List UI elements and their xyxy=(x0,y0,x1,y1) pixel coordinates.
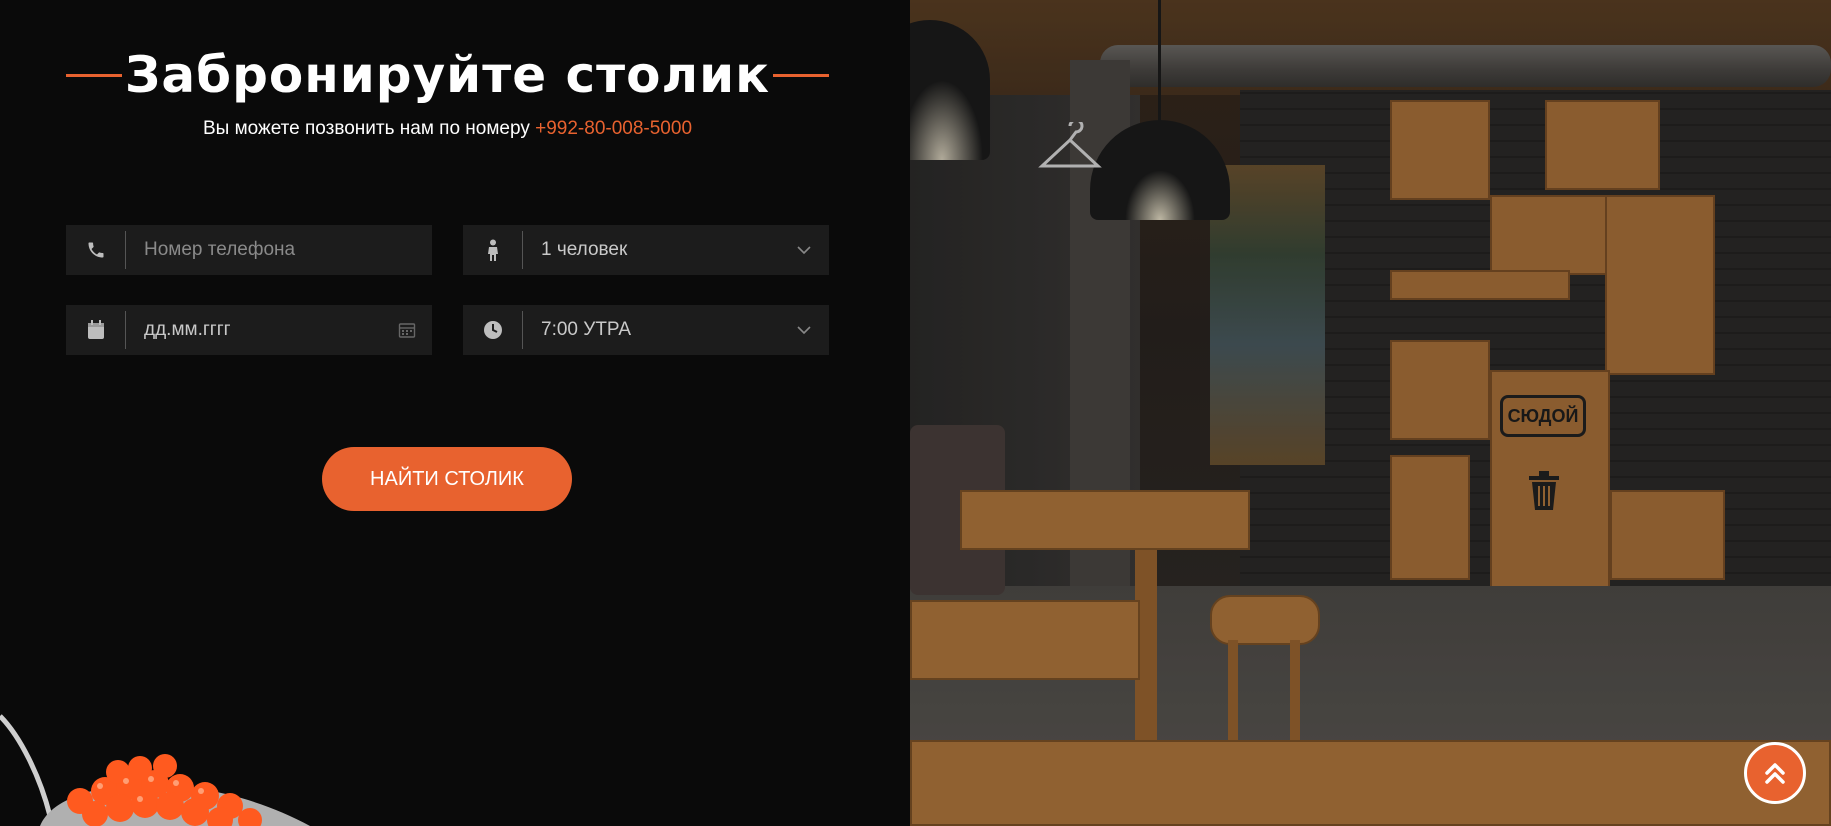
calendar-icon xyxy=(66,305,126,355)
date-input[interactable]: дд.мм.гггг xyxy=(126,319,382,341)
chevron-down-icon xyxy=(779,325,829,335)
phone-input[interactable]: Номер телефона xyxy=(126,239,432,261)
page: Забронируйте столик Вы можете позвонить … xyxy=(0,0,1831,826)
time-select[interactable]: 7:00 УТРА xyxy=(463,305,829,355)
title-line-right xyxy=(772,73,829,77)
booking-section: Забронируйте столик Вы можете позвонить … xyxy=(0,0,910,826)
booking-subtitle: Вы можете позвонить нам по номеру +992-8… xyxy=(0,118,895,140)
time-value: 7:00 УТРА xyxy=(541,319,632,340)
people-value: 1 человек xyxy=(541,239,628,260)
page-title: Забронируйте столик xyxy=(124,46,771,104)
title-row: Забронируйте столик xyxy=(66,46,829,104)
subtitle-text: Вы можете позвонить нам по номеру xyxy=(202,118,530,139)
find-table-button[interactable]: НАЙТИ СТОЛИК xyxy=(322,447,572,511)
restaurant-photo: СЮДОЙ xyxy=(910,0,1831,826)
phone-field[interactable]: Номер телефона xyxy=(66,225,432,275)
title-line-left xyxy=(66,73,122,77)
clock-icon xyxy=(463,305,523,355)
phone-link[interactable]: +992-80-008-5000 xyxy=(535,118,692,139)
people-select[interactable]: 1 человек xyxy=(463,225,829,275)
person-icon xyxy=(463,225,523,275)
scroll-to-top-button[interactable] xyxy=(1744,742,1806,804)
photo-overlay xyxy=(910,0,1831,826)
phone-icon xyxy=(66,225,126,275)
calendar-picker-icon[interactable] xyxy=(382,321,432,339)
date-field[interactable]: дд.мм.гггг xyxy=(66,305,432,355)
double-chevron-up-icon xyxy=(1765,763,1785,784)
chevron-down-icon xyxy=(779,245,829,255)
caviar-spoon-image xyxy=(0,714,310,826)
